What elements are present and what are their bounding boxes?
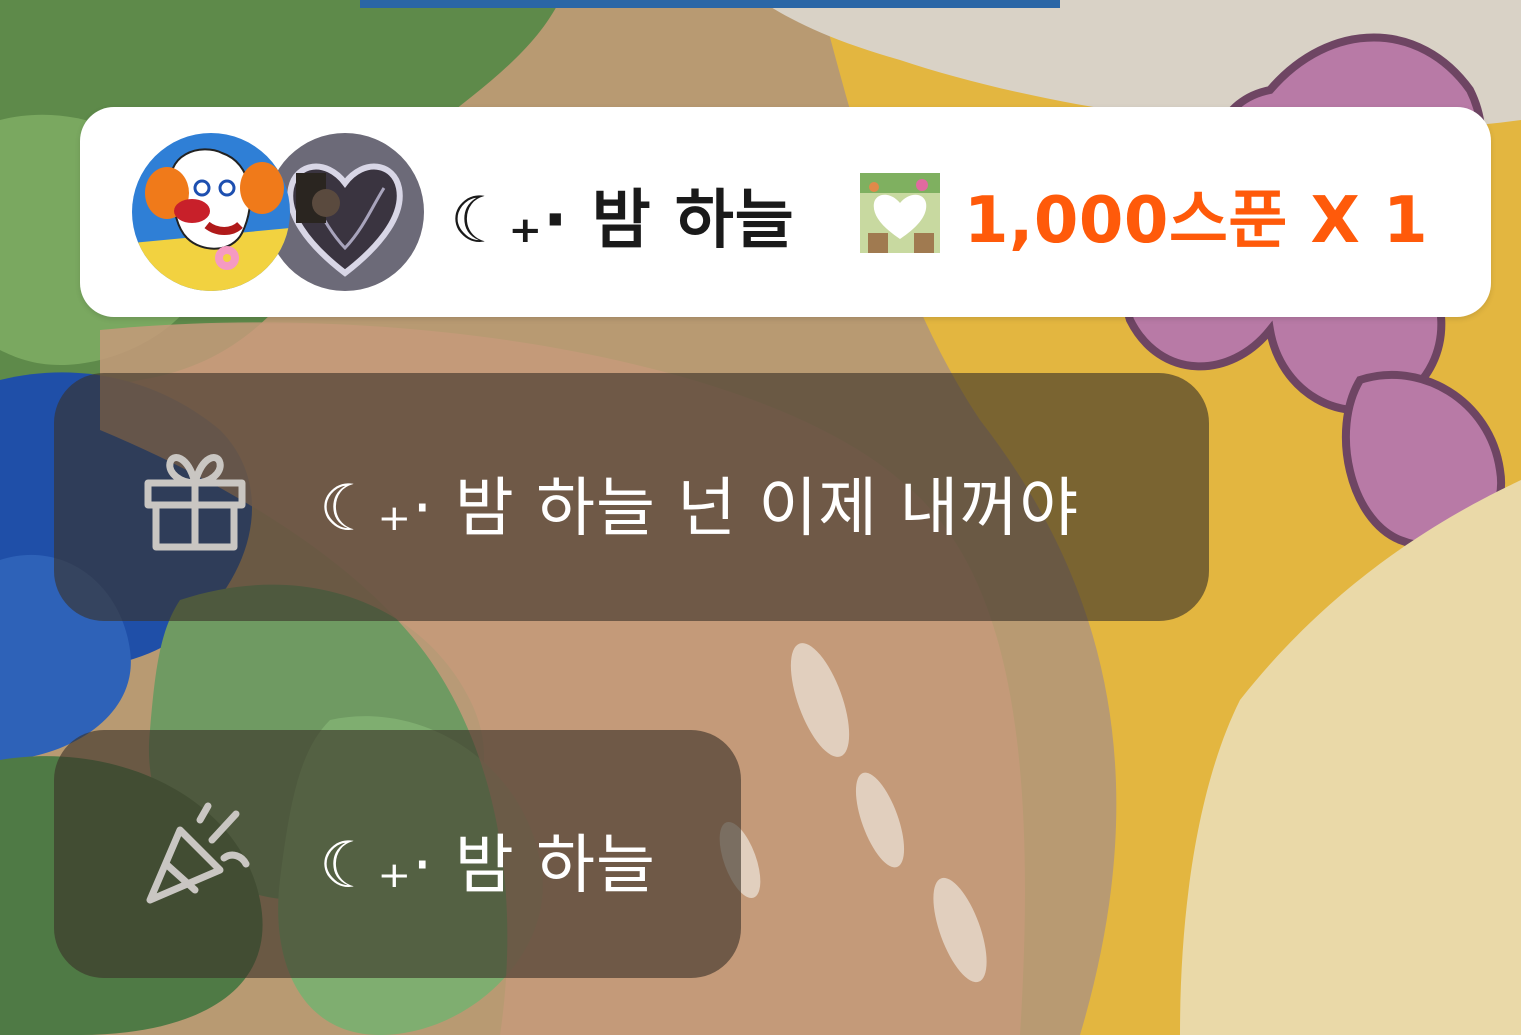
- party-popper-icon: [146, 802, 250, 904]
- chat-message[interactable]: ☾₊· 밤 하늘 넌 이제 내꺼야: [54, 373, 1209, 621]
- heart-tree-sticker-icon: [860, 173, 940, 253]
- message-text: ☾₊· 밤 하늘 넌 이제 내꺼야: [319, 472, 1080, 546]
- sender-avatar[interactable]: [132, 133, 290, 291]
- gift-banner[interactable]: ☾₊· 밤 하늘 1,000스푼 X 1: [80, 107, 1491, 317]
- chat-message[interactable]: ☾₊· 밤 하늘: [54, 730, 741, 978]
- gift-amount: 1,000스푼 X 1: [964, 184, 1429, 258]
- message-text: ☾₊· 밤 하늘: [319, 829, 656, 903]
- sender-name: ☾₊· 밤 하늘: [450, 184, 795, 258]
- clown-avatar-icon: [132, 133, 290, 291]
- gift-box-icon: [144, 454, 246, 551]
